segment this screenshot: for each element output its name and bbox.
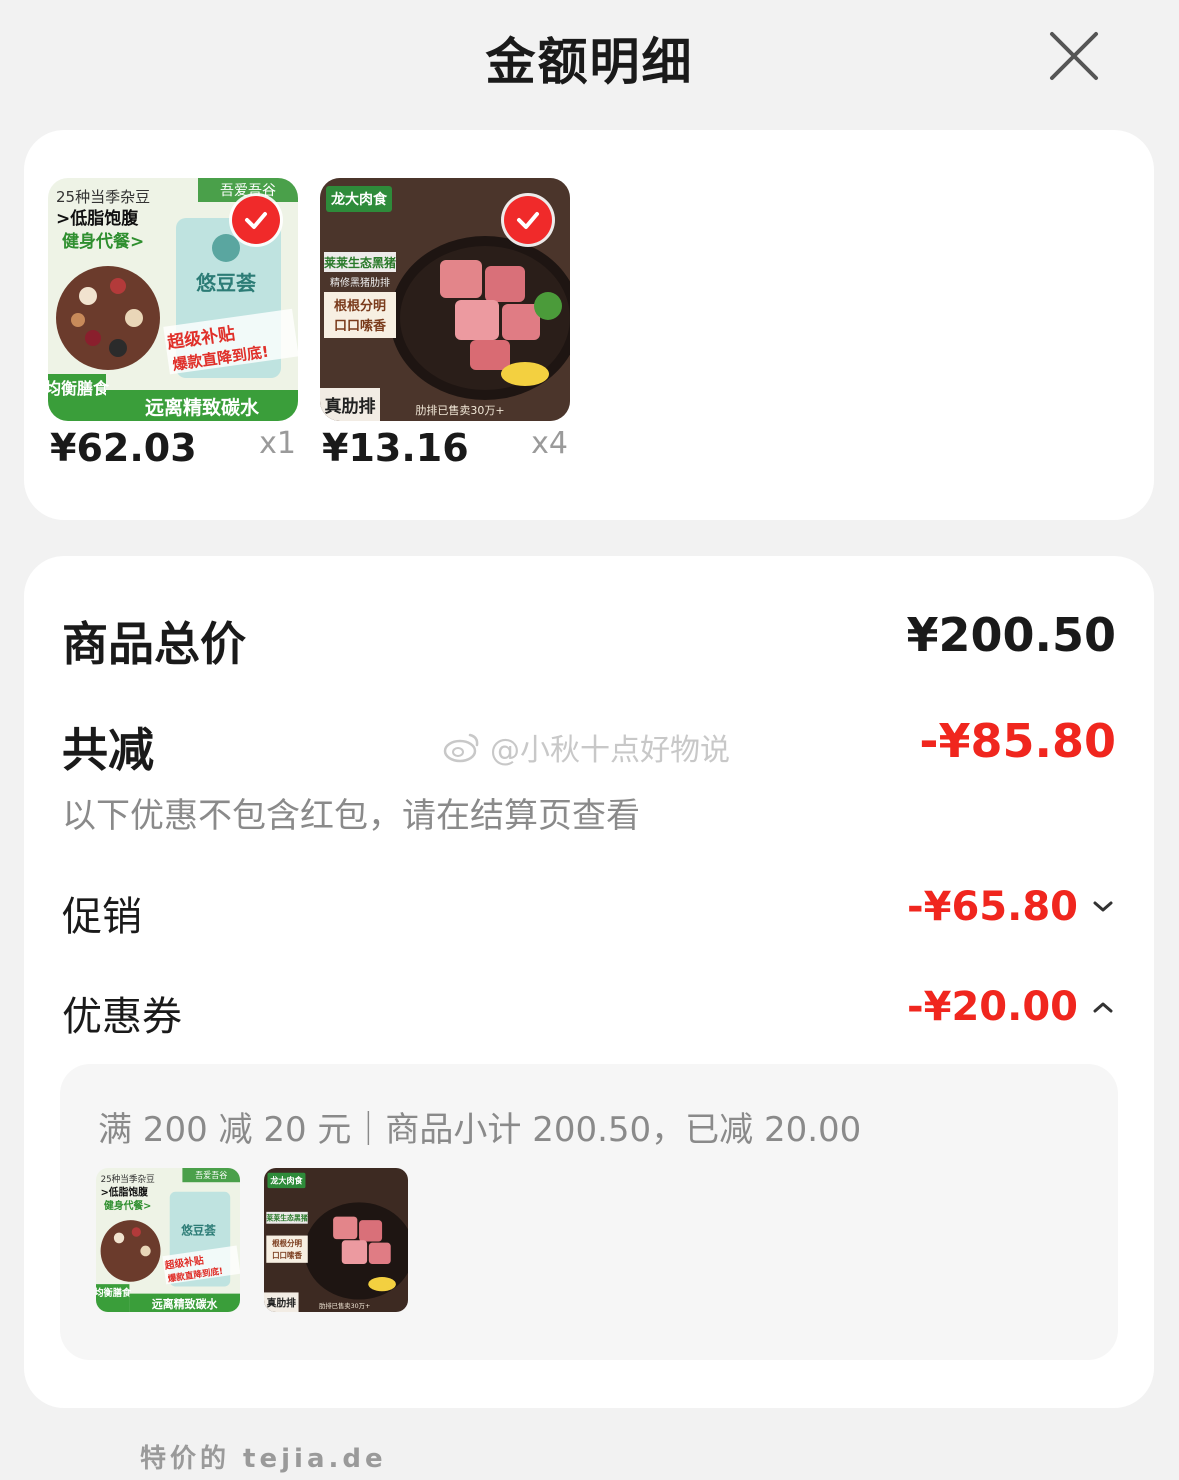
discount-label: 共减 [62,723,154,777]
svg-text:远离精致碳水: 远离精致碳水 [152,1297,219,1311]
product-item: 吾爱吾谷 25种当季杂豆 >低脂饱腹 健身代餐> 悠豆荟 超级补贴 爆款直降到底… [48,178,298,470]
svg-text:>低脂饱腹: >低脂饱腹 [101,1185,149,1198]
total-label: 商品总价 [62,617,246,671]
chevron-down-icon [1093,901,1113,912]
svg-text:远离精致碳水: 远离精致碳水 [145,396,260,419]
discount-value: -¥85.80 [919,714,1116,768]
product-price: ¥13.16 [322,426,469,470]
coupon-product-thumb[interactable]: 吾爱吾谷 25种当季杂豆 >低脂饱腹 健身代餐> 悠豆荟 超级补贴 爆款直降到底… [96,1168,240,1312]
svg-text:莱莱生态黑猪: 莱莱生态黑猪 [324,255,396,270]
svg-text:精修黑猪肋排: 精修黑猪肋排 [330,276,390,289]
svg-text:健身代餐>: 健身代餐> [104,1199,151,1212]
svg-text:吾爱吾谷: 吾爱吾谷 [195,1170,227,1180]
product-quantity: x4 [531,426,568,461]
coupon-value: -¥20.00 [907,984,1078,1030]
svg-text:>低脂饱腹: >低脂饱腹 [56,208,139,229]
beans-product-picture: 吾爱吾谷 25种当季杂豆 >低脂饱腹 健身代餐> 悠豆荟 超级补贴 爆款直降到底… [96,1168,240,1312]
product-price: ¥62.03 [50,426,197,470]
svg-text:健身代餐>: 健身代餐> [62,231,144,252]
product-image[interactable]: 吾爱吾谷 25种当季杂豆 >低脂饱腹 健身代餐> 悠豆荟 超级补贴 爆款直降到底… [48,178,298,421]
svg-text:真肋排: 真肋排 [267,1297,296,1310]
svg-text:龙大肉食: 龙大肉食 [269,1175,303,1185]
product-list-card: 吾爱吾谷 25种当季杂豆 >低脂饱腹 健身代餐> 悠豆荟 超级补贴 爆款直降到底… [24,130,1154,520]
svg-text:均衡膳食: 均衡膳食 [48,379,110,398]
weibo-watermark: @小秋十点好物说 [442,725,730,769]
svg-text:25种当季杂豆: 25种当季杂豆 [101,1173,155,1185]
total-value: ¥200.50 [906,608,1116,662]
svg-text:25种当季杂豆: 25种当季杂豆 [56,188,150,206]
sheet-header: 金额明细 [0,0,1179,115]
selected-check-icon[interactable] [504,196,552,244]
coupon-detail-text: 满 200 减 20 元｜商品小计 200.50，已减 20.00 [98,1110,862,1150]
svg-text:龙大肉食: 龙大肉食 [330,191,388,208]
coupon-label: 优惠券 [62,994,182,1040]
amount-detail-sheet: 金额明细 吾爱吾谷 25种当季杂豆 >低脂饱腹 健身代餐> 悠豆荟 超级补贴 爆… [0,0,1179,1480]
svg-text:口口嗦香: 口口嗦香 [334,318,387,334]
promo-value: -¥65.80 [907,884,1078,930]
svg-text:悠豆荟: 悠豆荟 [195,271,256,295]
svg-text:肋排已售卖30万+: 肋排已售卖30万+ [319,1301,370,1310]
close-icon [1050,32,1098,80]
product-item: 龙大肉食 莱莱生态黑猪 精修黑猪肋排 根根分明 口口嗦香 真肋排 肋排已售卖30… [320,178,570,470]
page-title: 金额明细 [485,33,694,91]
svg-text:口口嗦香: 口口嗦香 [272,1250,302,1260]
coupon-toggle[interactable]: -¥20.00 [907,984,1116,1030]
svg-text:真肋排: 真肋排 [325,396,376,417]
pork-ribs-product-picture: 龙大肉食 莱莱生态黑猪 根根分明 口口嗦香 真肋排 肋排已售卖30万+ [264,1168,408,1312]
watermark-text: @小秋十点好物说 [490,733,730,768]
discount-note: 以下优惠不包含红包，请在结算页查看 [62,796,640,836]
svg-text:莱莱生态黑猪: 莱莱生态黑猪 [266,1214,307,1223]
close-button[interactable] [1044,26,1104,86]
product-quantity: x1 [259,426,296,461]
weibo-icon [443,733,479,763]
price-summary-card: 商品总价 ¥200.50 共减 -¥85.80 以下优惠不包含红包，请在结算页查… [24,556,1154,1408]
svg-text:悠豆荟: 悠豆荟 [180,1223,216,1237]
promo-label: 促销 [62,894,142,940]
site-watermark: 特价的 tejia.de [140,1444,387,1474]
svg-text:根根分明: 根根分明 [272,1238,302,1248]
promo-toggle[interactable]: -¥65.80 [907,884,1116,930]
svg-text:均衡膳食: 均衡膳食 [96,1287,132,1299]
product-image[interactable]: 龙大肉食 莱莱生态黑猪 精修黑猪肋排 根根分明 口口嗦香 真肋排 肋排已售卖30… [320,178,570,421]
selected-check-icon[interactable] [232,196,280,244]
chevron-up-icon [1093,1002,1113,1013]
coupon-detail-box: 满 200 减 20 元｜商品小计 200.50，已减 20.00 吾爱吾谷 2… [60,1064,1118,1360]
svg-text:根根分明: 根根分明 [334,298,386,314]
coupon-product-thumb[interactable]: 龙大肉食 莱莱生态黑猪 根根分明 口口嗦香 真肋排 肋排已售卖30万+ [264,1168,408,1312]
svg-text:肋排已售卖30万+: 肋排已售卖30万+ [415,403,504,417]
